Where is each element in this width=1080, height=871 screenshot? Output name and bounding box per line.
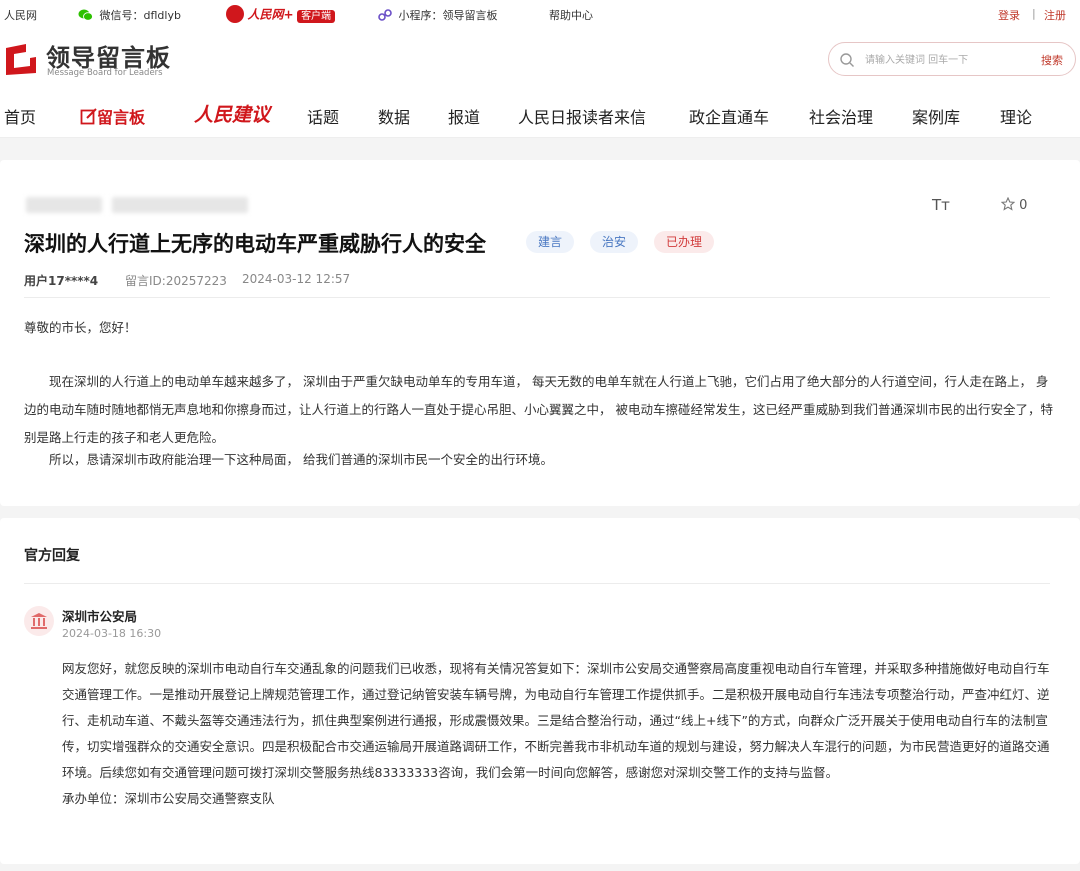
favorite-count: 0 xyxy=(1019,198,1028,213)
wechat-label: 微信号：dfldlyb xyxy=(99,9,181,22)
nav-message-board-label: 留言板 xyxy=(97,108,146,127)
post-author: 用户17****4 xyxy=(24,274,99,288)
nav-people-suggestion[interactable]: 人民建议 xyxy=(194,100,270,127)
miniprogram-label: 小程序：领导留言板 xyxy=(398,9,498,22)
blurred-breadcrumb xyxy=(26,197,102,213)
edit-icon xyxy=(80,108,97,125)
org-avatar xyxy=(24,606,54,636)
divider xyxy=(24,297,1050,298)
reply-handling-unit: 承办单位：深圳市公安局交通警察支队 xyxy=(62,791,275,806)
government-building-icon xyxy=(31,613,47,629)
miniprogram-info[interactable]: 小程序：领导留言板 xyxy=(378,7,498,23)
divider xyxy=(24,583,1050,584)
search-icon xyxy=(840,53,854,67)
tag-public-security[interactable]: 治安 xyxy=(590,231,639,253)
nav-readers-letters[interactable]: 人民日报读者来信 xyxy=(518,104,646,128)
logo-subtitle: Message Board for Leaders xyxy=(47,68,163,78)
status-badge: 已办理 xyxy=(654,231,715,253)
nav-theory[interactable]: 理论 xyxy=(1000,104,1032,128)
nav-reports[interactable]: 报道 xyxy=(448,104,480,128)
app-badge: 客户端 xyxy=(297,9,336,23)
nav-home[interactable]: 首页 xyxy=(4,104,36,128)
star-icon xyxy=(1000,196,1016,211)
post-greeting: 尊敬的市长，您好！ xyxy=(24,320,137,335)
register-link[interactable]: 注册 xyxy=(1044,7,1066,23)
post-paragraph: 现在深圳的人行道上的电动单车越来越多了， 深圳由于严重欠缺电动单车的专用车道， … xyxy=(24,374,1053,445)
post-paragraph: 所以，恳请深圳市政府能治理一下这种局面， 给我们普通的深圳市民一个安全的出行环境… xyxy=(49,452,553,467)
nav-social-governance[interactable]: 社会治理 xyxy=(809,104,873,128)
logo-icon[interactable] xyxy=(4,42,38,76)
wechat-icon xyxy=(78,9,93,21)
wechat-info: 微信号：dfldlyb xyxy=(78,7,181,23)
favorite-button[interactable]: 0 xyxy=(1000,196,1028,213)
topbar-separator: | xyxy=(1032,7,1036,20)
nav-data[interactable]: 数据 xyxy=(378,104,410,128)
header: 领导留言板 Message Board for Leaders 搜索 xyxy=(0,30,1080,90)
app-brand: 人民网+ xyxy=(247,7,294,22)
reply-heading: 官方回复 xyxy=(24,548,80,564)
search-button[interactable]: 搜索 xyxy=(1041,52,1063,68)
site-link[interactable]: 人民网 xyxy=(4,7,37,23)
post-time: 2024-03-12 12:57 xyxy=(242,272,351,286)
top-bar: 人民网 微信号：dfldlyb 人民网+ 客户端 小程序：领导留言板 帮助中心 … xyxy=(0,0,1080,30)
main-nav: 首页 留言板 人民建议 话题 数据 报道 人民日报读者来信 政企直通车 社会治理… xyxy=(0,90,1080,138)
reply-content: 网友您好，就您反映的深圳市电动自行车交通乱象的问题我们已收悉，现将有关情况答复如… xyxy=(62,661,1050,780)
blurred-breadcrumb xyxy=(112,197,248,213)
app-logo-icon xyxy=(226,5,244,23)
nav-message-board[interactable]: 留言板 xyxy=(80,104,145,128)
login-link[interactable]: 登录 xyxy=(998,7,1020,23)
post-message-id: 留言ID:20257223 xyxy=(125,274,227,288)
search-input[interactable] xyxy=(865,51,1025,69)
app-link[interactable]: 人民网+ 客户端 xyxy=(226,5,336,23)
help-link[interactable]: 帮助中心 xyxy=(549,7,593,23)
search-box: 搜索 xyxy=(828,42,1076,76)
miniprogram-icon xyxy=(378,9,392,21)
tag-suggestion[interactable]: 建言 xyxy=(526,231,575,253)
font-size-toggle[interactable]: Tт xyxy=(932,196,950,214)
post-title: 深圳的人行道上无序的电动车严重威胁行人的安全 xyxy=(24,232,486,256)
nav-gov-enterprise[interactable]: 政企直通车 xyxy=(689,104,769,128)
nav-case-library[interactable]: 案例库 xyxy=(912,104,960,128)
reply-org: 深圳市公安局 xyxy=(62,609,138,624)
nav-topics[interactable]: 话题 xyxy=(307,104,339,128)
reply-time: 2024-03-18 16:30 xyxy=(62,627,162,640)
